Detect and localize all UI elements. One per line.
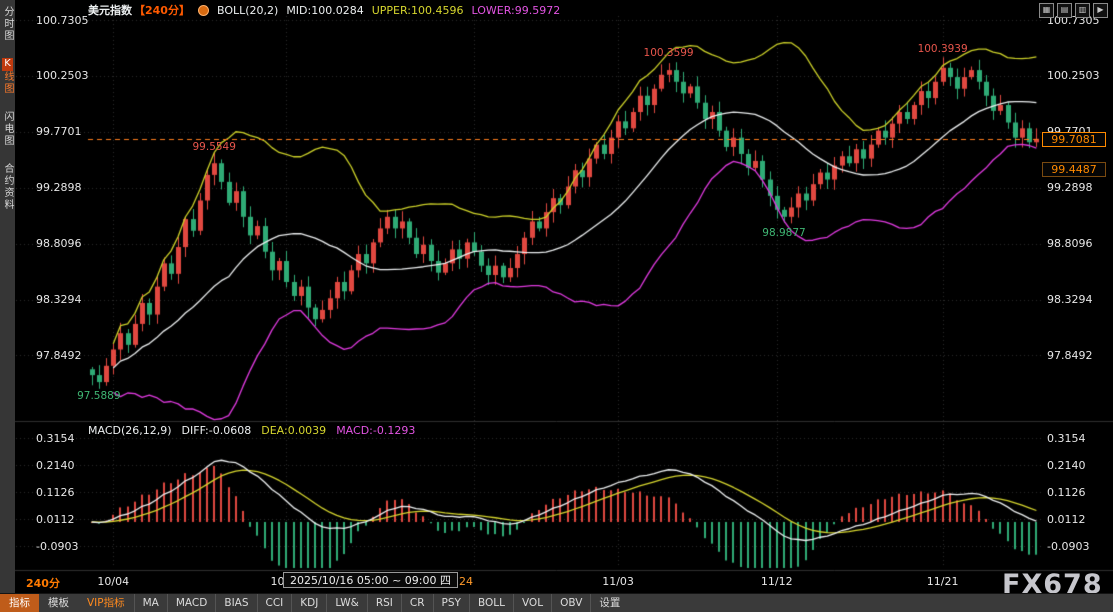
grid-view-icon[interactable]: ▦	[1039, 3, 1054, 18]
window-control-icons: ▦ ▤ ▥ ▶	[1039, 3, 1108, 18]
rows-view-icon[interactable]: ▤	[1057, 3, 1072, 18]
indicator-button-macd[interactable]: MACD	[167, 594, 215, 612]
y-axis-label: 99.2898	[36, 181, 82, 194]
indicator-button-lw[interactable]: LW&	[326, 594, 366, 612]
indicator-buttons: MAMACDBIASCCIKDJLW&RSICRPSYBOLLVOLOBV设置	[134, 594, 629, 612]
indicator-button-rsi[interactable]: RSI	[367, 594, 401, 612]
indicator-button-kdj[interactable]: KDJ	[291, 594, 326, 612]
macd-y-axis-label: 0.1126	[36, 486, 75, 499]
sidebar-item-lightning[interactable]: 闪电图	[0, 111, 15, 147]
macd-diff-value: DIFF:-0.0608	[182, 424, 252, 437]
y-axis-label: 100.2503	[1047, 69, 1100, 82]
sidebar-item-contract-info[interactable]: 合约资料	[0, 163, 15, 211]
macd-y-axis-label: 0.0112	[36, 513, 75, 526]
macd-y-axis-label: 0.3154	[36, 432, 75, 445]
tab-templates[interactable]: 模板	[39, 594, 78, 612]
macd-header: MACD(26,12,9) DIFF:-0.0608 DEA:0.0039 MA…	[88, 424, 415, 437]
price-annotation-low: 98.9877	[762, 227, 805, 239]
y-axis-label: 97.8492	[36, 349, 82, 362]
crosshair-time-tooltip: 2025/10/16 05:00 ~ 09:00 四	[283, 572, 458, 588]
indicator-button-psy[interactable]: PSY	[433, 594, 469, 612]
x-axis-label: 10/04	[97, 575, 129, 588]
macd-y-axis-label: -0.0903	[36, 540, 78, 553]
macd-dea-value: DEA:0.0039	[261, 424, 326, 437]
sidebar-item-timeshare[interactable]: 分时图	[0, 6, 15, 42]
sidebar-item-label: 分时图	[2, 6, 13, 42]
macd-y-axis-label: 0.2140	[36, 459, 75, 472]
timeframe-label: 【240分】	[134, 2, 190, 18]
indicator-button-boll[interactable]: BOLL	[469, 594, 513, 612]
macd-y-axis-label: 0.2140	[1047, 459, 1086, 472]
y-axis-label: 99.2898	[1047, 181, 1093, 194]
chart-header: 美元指数 【240分】 BOLL(20,2) MID:100.0284 UPPE…	[88, 2, 560, 18]
y-axis-label: 97.8492	[1047, 349, 1093, 362]
indicator-button-btn12[interactable]: 设置	[590, 594, 628, 612]
x-axis-label: 11/21	[927, 575, 959, 588]
x-axis-label: 11/12	[761, 575, 793, 588]
columns-view-icon[interactable]: ▥	[1075, 3, 1090, 18]
indicator-button-vol[interactable]: VOL	[513, 594, 551, 612]
indicator-button-bias[interactable]: BIAS	[215, 594, 256, 612]
macd-y-axis-label: 0.1126	[1047, 486, 1086, 499]
left-sidebar: 分时图 K线图 闪电图 合约资料	[0, 0, 15, 594]
boll-indicator-label: BOLL(20,2)	[217, 4, 278, 17]
price-annotation-high: 99.5549	[192, 141, 235, 153]
macd-y-axis-label: 0.0112	[1047, 513, 1086, 526]
last-price-box: 99.7081	[1042, 132, 1106, 147]
price-annotation-high: 100.3599	[644, 47, 694, 59]
symbol-title: 美元指数	[88, 2, 132, 18]
y-axis-label: 98.8096	[36, 237, 82, 250]
bottom-toolbar: 指标 模板 VIP指标 MAMACDBIASCCIKDJLW&RSICRPSYB…	[0, 593, 1113, 612]
forward-icon[interactable]: ▶	[1093, 3, 1108, 18]
y-axis-label: 99.7701	[36, 125, 82, 138]
macd-macd-value: MACD:-0.1293	[336, 424, 415, 437]
y-axis-label: 100.7305	[36, 14, 89, 27]
indicator-button-cr[interactable]: CR	[401, 594, 433, 612]
crosshair-price-box: 99.4487	[1042, 162, 1106, 177]
y-axis-label: 98.8096	[1047, 237, 1093, 250]
indicator-button-ma[interactable]: MA	[134, 594, 167, 612]
macd-y-axis-label: -0.0903	[1047, 540, 1089, 553]
kline-badge: K	[2, 58, 13, 71]
price-annotation-low: 97.5889	[77, 390, 120, 402]
y-axis-label: 98.3294	[36, 293, 82, 306]
x-axis-label: 11/03	[602, 575, 634, 588]
boll-upper-value: UPPER:100.4596	[372, 4, 464, 17]
indicator-button-obv[interactable]: OBV	[551, 594, 590, 612]
macd-indicator-label: MACD(26,12,9)	[88, 424, 172, 437]
sidebar-item-label: 闪电图	[2, 111, 13, 147]
chart-canvas[interactable]	[0, 0, 1113, 612]
tab-indicators[interactable]: 指标	[0, 594, 39, 612]
y-axis-label: 98.3294	[1047, 293, 1093, 306]
x-axis-label-partial: 24	[459, 575, 473, 588]
sidebar-item-label: 线图	[2, 71, 13, 95]
boll-lower-value: LOWER:99.5972	[471, 4, 560, 17]
price-annotation-high: 100.3939	[918, 43, 968, 55]
timeframe-axis-label[interactable]: 240分	[26, 575, 60, 591]
sidebar-item-label: 合约资料	[2, 163, 13, 211]
macd-y-axis-label: 0.3154	[1047, 432, 1086, 445]
y-axis-label: 100.2503	[36, 69, 89, 82]
tab-vip-indicators[interactable]: VIP指标	[78, 594, 134, 612]
indicator-button-cci[interactable]: CCI	[257, 594, 292, 612]
sidebar-item-kline[interactable]: K线图	[0, 58, 15, 95]
boll-mid-value: MID:100.0284	[286, 4, 363, 17]
clock-icon[interactable]	[198, 5, 209, 16]
